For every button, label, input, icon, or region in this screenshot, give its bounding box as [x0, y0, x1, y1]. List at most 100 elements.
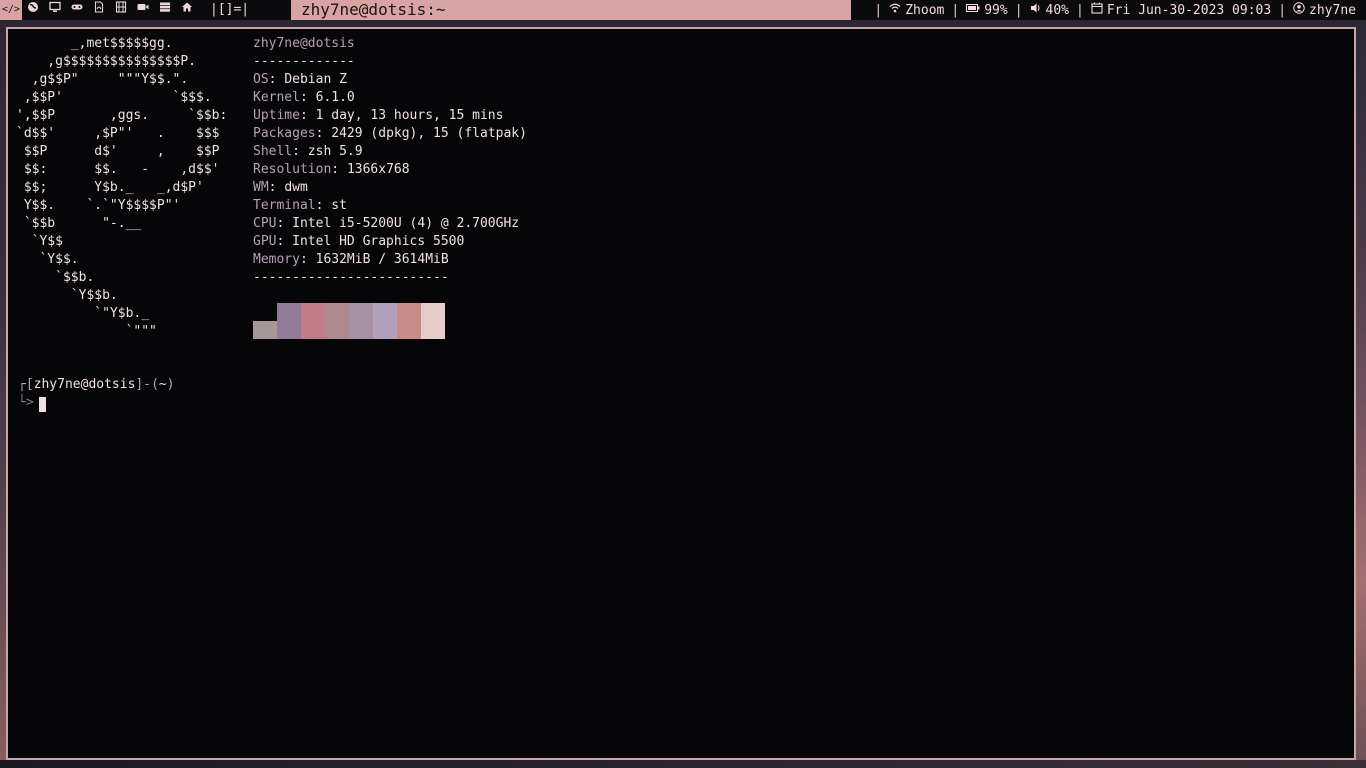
server-icon — [159, 0, 171, 20]
status-area: | Zhoom | 99% | 40% | Fri Jun-30-2023 09… — [867, 0, 1356, 20]
prompt-user: zhy7ne — [33, 377, 81, 392]
volume-status: 40% — [1030, 2, 1069, 18]
window-title: zhy7ne@dotsis:~ — [291, 0, 851, 20]
info-row-cpu: CPU: Intel i5-5200U (4) @ 2.700GHz — [253, 216, 520, 231]
info-key: Memory — [253, 252, 300, 267]
pdf-file-icon — [93, 0, 105, 20]
logo-line: `d$$' ,$P"' . $$$ — [16, 126, 220, 141]
tag-media[interactable] — [110, 0, 132, 20]
datetime-text: Fri Jun-30-2023 09:03 — [1106, 2, 1272, 18]
status-separator: | — [874, 2, 883, 18]
tag-code[interactable]: </> — [0, 0, 22, 20]
info-row-gpu: GPU: Intel HD Graphics 5500 — [253, 234, 465, 249]
info-key: OS — [253, 72, 269, 87]
info-row-wm: WM: dwm — [253, 180, 308, 195]
username-text: zhy7ne — [1309, 2, 1356, 18]
prompt-host: dotsis — [88, 377, 136, 392]
status-separator: | — [1076, 2, 1084, 18]
info-row-memory: Memory: 1632MiB / 3614MiB — [253, 252, 449, 267]
wifi-network-name: Zhoom — [905, 2, 945, 18]
info-value: dwm — [284, 180, 308, 195]
info-value: zsh 5.9 — [307, 144, 363, 159]
tag-web[interactable] — [22, 0, 44, 20]
logo-line: ',$$P ,ggs. `$$b: — [16, 108, 228, 123]
color-swatch — [397, 303, 421, 339]
battery-status: 99% — [966, 2, 1008, 18]
logo-line: $$: $$. - ,d$$' — [16, 162, 220, 177]
text-cursor[interactable] — [39, 397, 46, 412]
info-key: Packages — [253, 126, 316, 141]
speaker-icon — [1030, 2, 1042, 18]
info-value: 1 day, 13 hours, 15 mins — [315, 108, 504, 123]
date-status: Fri Jun-30-2023 09:03 — [1091, 2, 1271, 18]
info-value: Intel i5-5200U (4) @ 2.700GHz — [292, 216, 520, 231]
info-value: 6.1.0 — [315, 90, 355, 105]
logo-line: `Y$$ — [16, 234, 63, 249]
status-separator: | — [1014, 2, 1023, 18]
info-row-resolution: Resolution: 1366x768 — [253, 162, 410, 177]
info-key: Shell — [253, 144, 293, 159]
user-status: zhy7ne — [1293, 2, 1356, 18]
home-icon — [181, 0, 193, 20]
info-value: Intel HD Graphics 5500 — [292, 234, 465, 249]
info-key: Kernel — [253, 90, 300, 105]
tag-monitor[interactable] — [44, 0, 66, 20]
prompt-bracket: ) — [166, 377, 175, 392]
info-value: 1632MiB / 3614MiB — [315, 252, 449, 267]
info-row-terminal: Terminal: st — [253, 198, 347, 213]
tag-server[interactable] — [154, 0, 176, 20]
tag-docs[interactable] — [88, 0, 110, 20]
wifi-status: Zhoom — [889, 2, 944, 18]
info-row-packages: Packages: 2429 (dpkg), 15 (flatpak) — [253, 126, 527, 141]
info-key: CPU — [253, 216, 277, 231]
globe-icon — [27, 0, 39, 20]
info-value: Debian Z — [284, 72, 347, 87]
logo-line: `$$b "-.__ — [16, 216, 142, 231]
shell-prompt: ┌[zhy7ne@dotsis]-(~) — [18, 376, 175, 394]
color-swatch — [301, 303, 325, 339]
tag-home[interactable] — [176, 0, 198, 20]
color-swatch — [373, 303, 397, 339]
gamepad-icon — [71, 0, 83, 20]
wifi-icon — [889, 2, 901, 18]
info-row-kernel: Kernel: 6.1.0 — [253, 90, 355, 105]
info-value: 2429 (dpkg), 15 (flatpak) — [331, 126, 527, 141]
prompt-bracket: ]-( — [135, 377, 159, 392]
logo-line: ,g$$$$$$$$$$$$$$$P. — [16, 54, 197, 69]
prompt-directory: ~ — [158, 377, 167, 392]
info-row-shell: Shell: zsh 5.9 — [253, 144, 363, 159]
info-key: WM — [253, 180, 269, 195]
fetch-divider-bottom: ------------------------- — [253, 270, 449, 285]
monitor-icon — [49, 0, 61, 20]
terminal-window[interactable]: _,met$$$$$gg. ,g$$$$$$$$$$$$$$$P. ,g$$P"… — [6, 27, 1356, 760]
prompt-bracket: ┌[ — [18, 377, 34, 392]
logo-line: `Y$$. — [16, 252, 79, 267]
logo-line: `"Y$b._ — [16, 306, 150, 321]
logo-line: ,g$$P" """Y$$.". — [16, 72, 189, 87]
battery-icon — [966, 2, 980, 18]
prompt-arrow: └> — [18, 395, 34, 410]
color-swatch — [253, 321, 277, 339]
status-separator: | — [951, 2, 960, 18]
film-icon — [115, 0, 127, 20]
logo-line: `Y$$b. — [16, 288, 118, 303]
fetch-divider: ------------- — [253, 54, 355, 69]
tag-video[interactable] — [132, 0, 154, 20]
info-key: Terminal — [253, 198, 316, 213]
info-key: Uptime — [253, 108, 300, 123]
color-palette — [253, 303, 445, 339]
status-separator: | — [1278, 2, 1287, 18]
logo-line: ,$$P' `$$$. — [16, 90, 212, 105]
calendar-icon — [1091, 2, 1103, 18]
info-row-uptime: Uptime: 1 day, 13 hours, 15 mins — [253, 108, 504, 123]
layout-indicator[interactable]: |[]=| — [198, 0, 257, 20]
logo-line: _,met$$$$$gg. — [16, 36, 173, 51]
logo-line: `""" — [16, 324, 157, 339]
tag-games[interactable] — [66, 0, 88, 20]
info-row-os: OS: Debian Z — [253, 72, 347, 87]
logo-line: Y$$. `.`"Y$$$$P"' — [16, 198, 181, 213]
color-swatch — [349, 303, 373, 339]
info-key: GPU — [253, 234, 277, 249]
color-swatch — [421, 303, 445, 339]
info-key: Resolution — [253, 162, 332, 177]
